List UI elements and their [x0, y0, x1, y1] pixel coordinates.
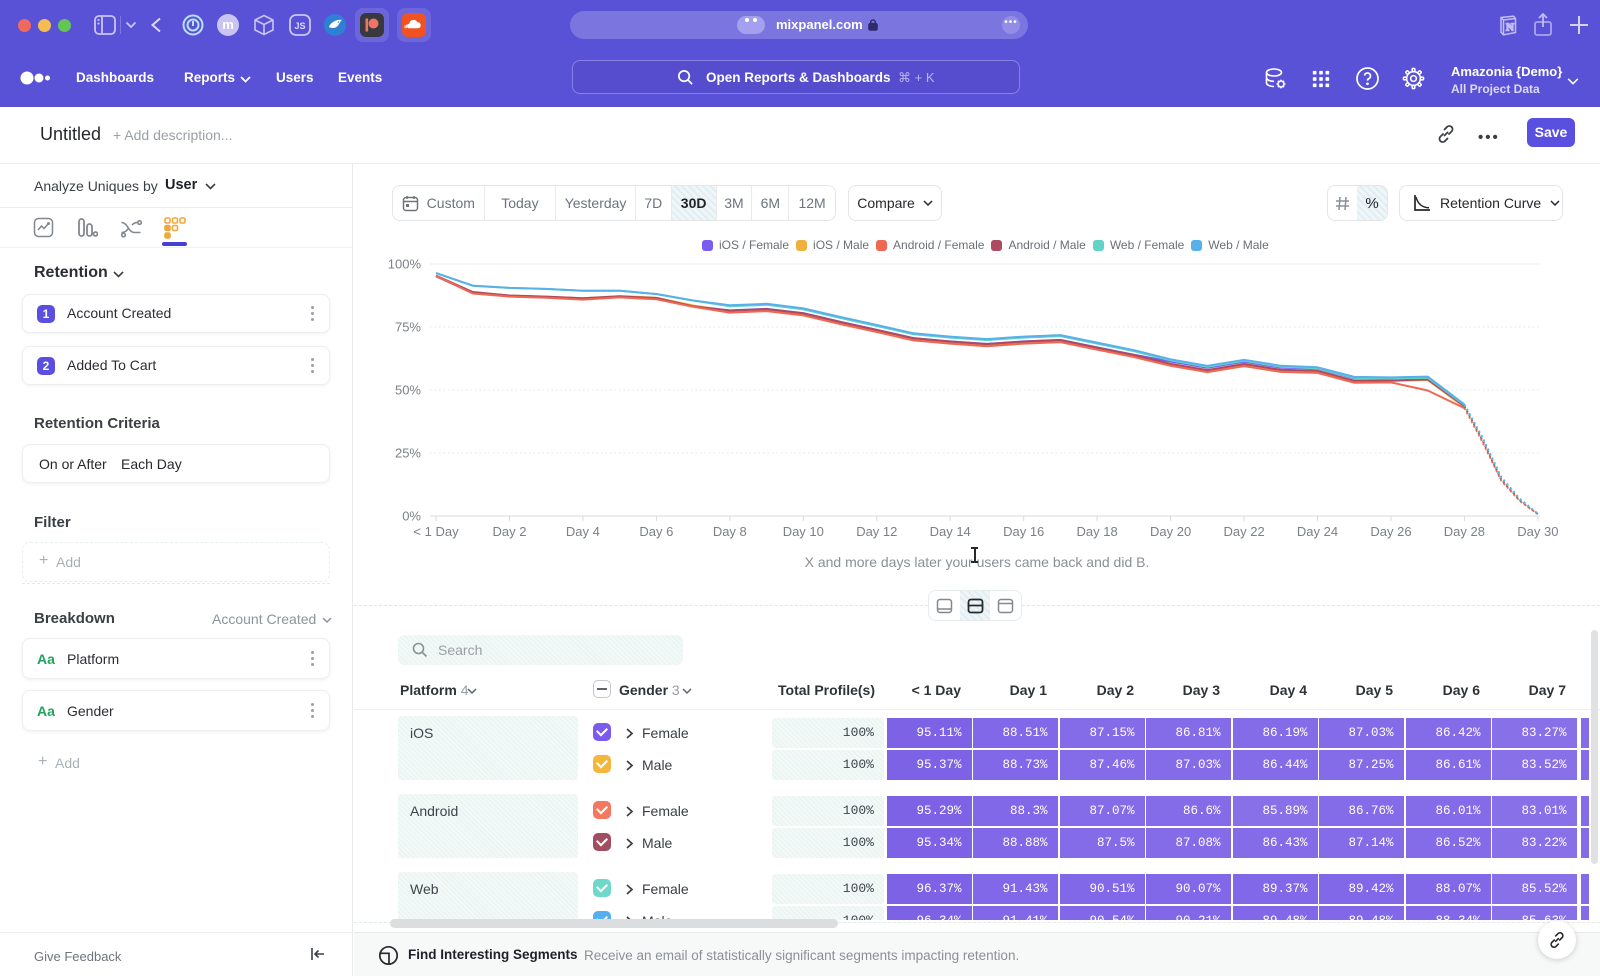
svg-text:Day 18: Day 18	[1076, 524, 1117, 539]
svg-text:50%: 50%	[395, 383, 421, 398]
svg-text:100%: 100%	[388, 257, 422, 272]
svg-text:75%: 75%	[395, 320, 421, 335]
svg-text:Day 16: Day 16	[1003, 524, 1044, 539]
svg-text:N: N	[1506, 22, 1514, 34]
svg-text:Day 30: Day 30	[1517, 524, 1558, 539]
svg-text:Day 20: Day 20	[1150, 524, 1191, 539]
svg-text:Day 26: Day 26	[1370, 524, 1411, 539]
svg-text:Day 12: Day 12	[856, 524, 897, 539]
svg-text:Day 8: Day 8	[713, 524, 747, 539]
svg-text:Day 10: Day 10	[783, 524, 824, 539]
svg-text:Day 6: Day 6	[639, 524, 673, 539]
svg-text:25%: 25%	[395, 446, 421, 461]
svg-text:Day 14: Day 14	[930, 524, 971, 539]
svg-text:Day 28: Day 28	[1444, 524, 1485, 539]
svg-text:0%: 0%	[402, 509, 421, 524]
svg-text:< 1 Day: < 1 Day	[413, 524, 459, 539]
svg-text:JS: JS	[294, 21, 305, 31]
svg-text:Day 4: Day 4	[566, 524, 600, 539]
svg-text:Day 2: Day 2	[493, 524, 527, 539]
svg-text:Day 24: Day 24	[1297, 524, 1338, 539]
svg-text:Day 22: Day 22	[1223, 524, 1264, 539]
